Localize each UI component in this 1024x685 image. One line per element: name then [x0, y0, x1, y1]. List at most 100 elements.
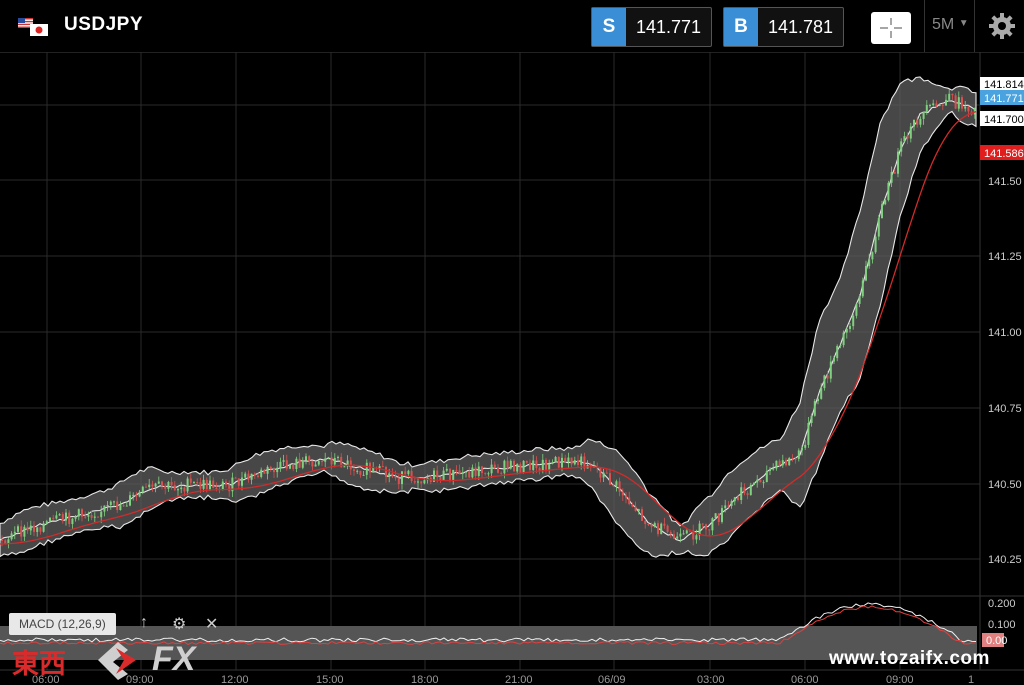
candle-body	[260, 469, 263, 477]
price-tick: 141.50	[988, 176, 1022, 188]
candle-body	[839, 345, 842, 347]
candle-body	[212, 480, 215, 488]
crosshair-button[interactable]	[871, 12, 911, 44]
price-tick: 141.25	[988, 251, 1022, 263]
candle-body	[170, 481, 173, 486]
candle-body	[548, 463, 551, 470]
candle-body	[673, 534, 675, 539]
candle-body	[397, 478, 400, 485]
symbol-title[interactable]: USDJPY	[64, 14, 143, 36]
buy-button[interactable]: B 141.781	[723, 7, 845, 47]
candle-body	[132, 494, 135, 496]
candle-body	[333, 457, 336, 465]
candle-body	[797, 450, 800, 459]
candle-body	[788, 458, 791, 466]
price-labels: 141.814 141.771 141.700 141.586	[980, 77, 1024, 160]
candle-body	[919, 118, 922, 125]
candle-body	[10, 533, 13, 540]
candle-body	[305, 456, 307, 461]
time-tick: 09:00	[886, 674, 914, 685]
timeframe-select[interactable]: 5M ▼	[932, 16, 969, 34]
candle-body	[493, 464, 496, 468]
candle-body	[676, 536, 679, 539]
candle-body	[289, 464, 291, 469]
macd-indicator-button[interactable]: MACD (12,26,9)	[9, 613, 116, 635]
indicator-settings-icon[interactable]: ⚙	[172, 614, 186, 634]
candle-body	[116, 501, 119, 511]
candle-body	[801, 447, 803, 451]
candle-body	[58, 514, 61, 516]
candle-body	[68, 512, 71, 525]
candle-body	[477, 466, 480, 476]
candle-body	[311, 461, 314, 467]
candle-body	[23, 526, 26, 537]
candle-body	[257, 475, 259, 477]
price-tick: 140.25	[988, 554, 1022, 566]
candle-body	[148, 484, 151, 488]
candle-body	[785, 460, 787, 466]
candle-body	[711, 518, 714, 531]
candle-body	[353, 469, 355, 471]
time-tick: 06/09	[598, 674, 626, 685]
candle-body	[81, 509, 83, 517]
candle-body	[929, 105, 931, 107]
candle-body	[36, 527, 39, 532]
candle-body	[948, 93, 951, 100]
candle-body	[445, 468, 448, 471]
candle-body	[794, 458, 797, 460]
crosshair-icon	[880, 18, 902, 38]
candle-body	[516, 464, 519, 472]
usd-jpy-flag-icon	[18, 18, 48, 36]
candle-body	[1, 540, 3, 541]
candle-body	[685, 530, 688, 534]
candle-body	[762, 482, 765, 484]
candle-body	[180, 487, 183, 490]
candle-body	[538, 468, 541, 471]
candle-body	[388, 473, 391, 477]
candle-body	[103, 505, 106, 512]
candle-body	[394, 476, 397, 479]
macd-tick: 0.00	[986, 635, 1007, 647]
candle-body	[804, 444, 807, 448]
time-tick: 21:00	[505, 674, 533, 685]
candle-body	[877, 218, 880, 237]
candle-body	[157, 481, 160, 484]
move-up-icon[interactable]: ↑	[140, 614, 148, 632]
candle-body	[893, 172, 896, 174]
gear-icon[interactable]	[986, 10, 1018, 42]
price-axis: 141.50 141.25 141.00 140.75 140.50 140.2…	[988, 176, 1022, 566]
divider	[974, 0, 975, 52]
candle-body	[244, 473, 247, 478]
top-bar: USDJPY S 141.771 B 141.781 5M ▼	[0, 0, 1024, 53]
candle-body	[938, 104, 941, 107]
candle-body	[93, 516, 96, 518]
candle-body	[458, 470, 461, 474]
candle-body	[106, 505, 109, 507]
candle-body	[714, 513, 717, 519]
ma-price-label: 141.586	[984, 148, 1024, 160]
candle-body	[436, 470, 439, 478]
candle-body	[202, 479, 205, 489]
candle-body	[452, 469, 455, 481]
candle-body	[87, 515, 90, 517]
sell-price: 141.771	[636, 16, 702, 37]
candle-body	[100, 511, 103, 518]
candle-body	[631, 504, 634, 507]
candle-body	[330, 457, 333, 465]
sell-button[interactable]: S 141.771	[591, 7, 713, 47]
candle-body	[621, 491, 624, 496]
close-icon[interactable]: ✕	[205, 614, 218, 634]
candle-body	[292, 464, 295, 470]
candle-body	[71, 518, 74, 525]
candle-body	[74, 516, 77, 519]
candle-body	[164, 485, 167, 489]
candle-body	[666, 525, 669, 532]
watermark-url: www.tozaifx.com	[829, 648, 990, 669]
candle-body	[906, 136, 909, 139]
candle-body	[551, 462, 554, 464]
price-chart[interactable]: 141.50 141.25 141.00 140.75 140.50 140.2…	[0, 52, 1024, 685]
price-tick: 140.50	[988, 479, 1022, 491]
candle-body	[705, 524, 707, 530]
candle-body	[925, 105, 928, 112]
candle-body	[26, 526, 29, 531]
